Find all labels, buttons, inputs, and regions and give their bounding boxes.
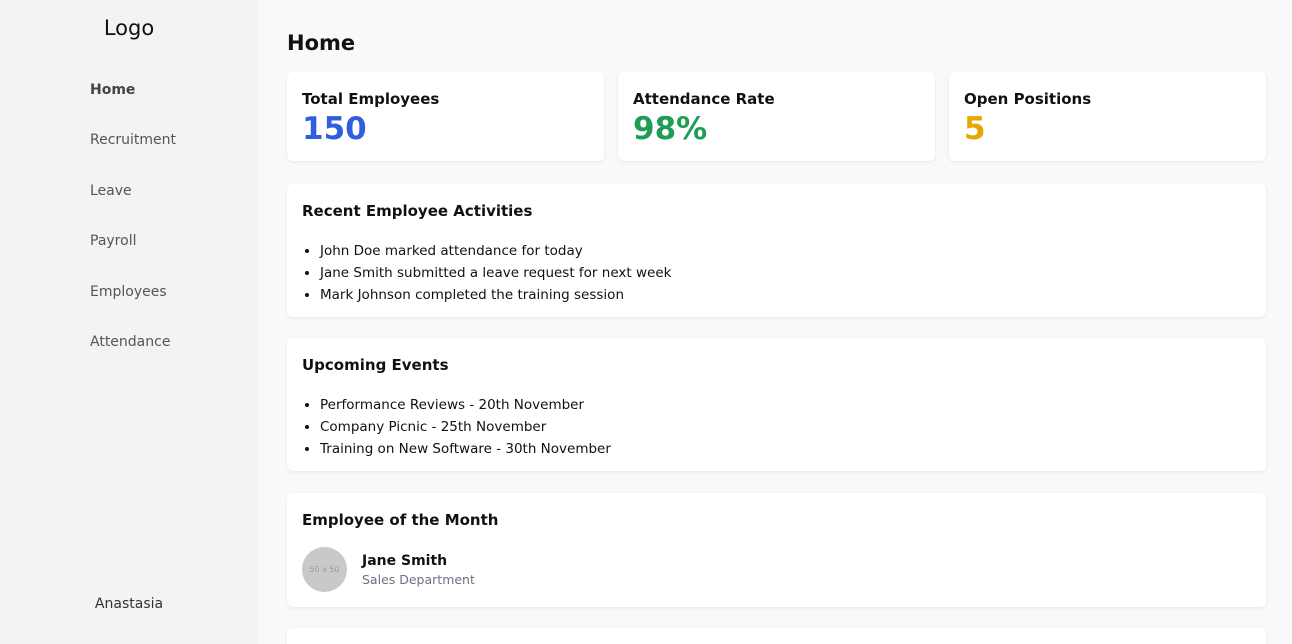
main-content: Home Total Employees 150 Attendance Rate… <box>258 0 1292 644</box>
stat-label: Open Positions <box>964 90 1092 108</box>
stat-label: Total Employees <box>302 90 440 108</box>
stat-value: 150 <box>302 111 367 147</box>
stat-label: Attendance Rate <box>633 90 775 108</box>
upcoming-events-panel: Upcoming Events Performance Reviews - 20… <box>287 338 1266 471</box>
event-list: Performance Reviews - 20th November Comp… <box>302 394 1251 460</box>
list-item: Company Picnic - 25th November <box>320 416 1251 438</box>
sidebar-item-payroll[interactable]: Payroll <box>90 231 250 281</box>
stat-card-attendance-rate: Attendance Rate 98% <box>618 72 935 161</box>
panel-title: Recent Employee Activities <box>302 202 533 220</box>
logo[interactable]: Logo <box>0 16 258 40</box>
app: Logo Home Recruitment Leave Payroll Empl… <box>0 0 1292 644</box>
list-item: Training on New Software - 30th November <box>320 438 1251 460</box>
sidebar-item-recruitment[interactable]: Recruitment <box>90 130 250 180</box>
page-title: Home <box>287 31 356 55</box>
list-item: Mark Johnson completed the training sess… <box>320 284 1251 306</box>
panel-title: Employee of the Month <box>302 511 499 529</box>
employee-of-month-panel: Employee of the Month 50 x 50 Jane Smith… <box>287 493 1266 607</box>
sidebar-item-home[interactable]: Home <box>90 80 250 130</box>
sidebar-item-employees[interactable]: Employees <box>90 282 250 332</box>
sidebar-nav: Home Recruitment Leave Payroll Employees… <box>90 80 250 382</box>
list-item: Jane Smith submitted a leave request for… <box>320 262 1251 284</box>
employee-row: 50 x 50 Jane Smith Sales Department <box>302 547 1251 592</box>
stat-value: 98% <box>633 111 708 147</box>
employee-name: Jane Smith <box>362 552 448 569</box>
stat-card-total-employees: Total Employees 150 <box>287 72 604 161</box>
stat-value: 5 <box>964 111 986 147</box>
list-item: Performance Reviews - 20th November <box>320 394 1251 416</box>
stat-card-open-positions: Open Positions 5 <box>949 72 1266 161</box>
sidebar-item-leave[interactable]: Leave <box>90 181 250 231</box>
panel-title: Upcoming Events <box>302 356 449 374</box>
list-item: John Doe marked attendance for today <box>320 240 1251 262</box>
next-panel <box>287 628 1266 644</box>
sidebar-item-attendance[interactable]: Attendance <box>90 332 250 382</box>
user-name[interactable]: Anastasia <box>0 596 258 612</box>
employee-info: Jane Smith Sales Department <box>362 553 475 587</box>
recent-activities-panel: Recent Employee Activities John Doe mark… <box>287 184 1266 317</box>
avatar: 50 x 50 <box>302 547 347 592</box>
sidebar: Logo Home Recruitment Leave Payroll Empl… <box>0 0 258 644</box>
employee-department: Sales Department <box>362 571 475 587</box>
activity-list: John Doe marked attendance for today Jan… <box>302 240 1251 306</box>
